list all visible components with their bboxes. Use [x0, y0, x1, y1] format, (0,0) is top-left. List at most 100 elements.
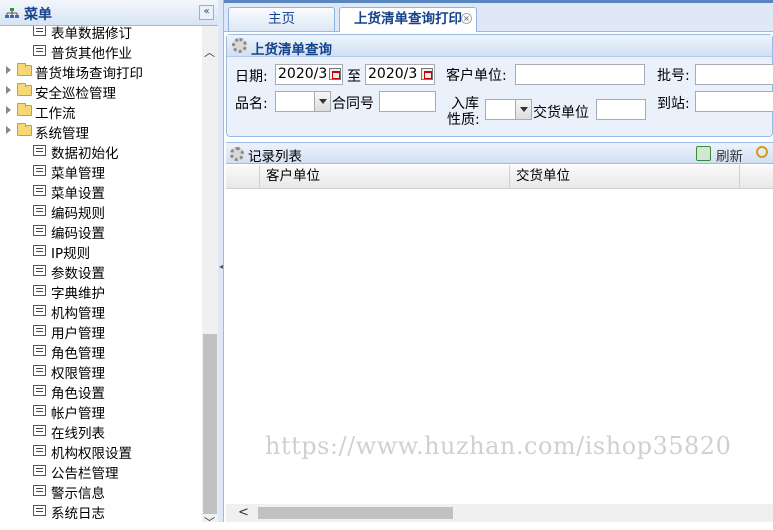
sidebar-item[interactable]: 数据初始化: [0, 140, 202, 162]
column-header-delivery[interactable]: 交货单位: [510, 165, 740, 189]
sidebar-item[interactable]: 参数设置: [0, 260, 202, 282]
date-to-field[interactable]: 2020/3: [365, 64, 435, 85]
page-icon: [33, 145, 46, 156]
sidebar-item[interactable]: 工作流: [0, 100, 202, 122]
sidebar-item-label: 系统管理: [35, 126, 89, 142]
sidebar-item-label: 角色管理: [51, 346, 105, 362]
collapse-sidebar-button[interactable]: «: [199, 5, 214, 20]
page-icon: [33, 265, 46, 276]
sidebar-item[interactable]: 公告栏管理: [0, 460, 202, 482]
delivery-input[interactable]: [596, 99, 646, 120]
query-panel: 上货清单查询 日期: 2020/3 至 2020/3 客户单位: 批号: 品名:…: [226, 34, 773, 137]
sidebar-item-label: 编码设置: [51, 226, 105, 242]
tab-cargo-list-query[interactable]: 上货清单查询打印 ×: [339, 7, 477, 32]
sidebar-item[interactable]: 系统管理: [0, 120, 202, 142]
sidebar-item[interactable]: 角色设置: [0, 380, 202, 402]
page-icon: [33, 445, 46, 456]
sidebar-item[interactable]: 机构管理: [0, 300, 202, 322]
refresh-icon[interactable]: [696, 146, 711, 161]
page-icon: [33, 245, 46, 256]
sidebar-item[interactable]: 机构权限设置: [0, 440, 202, 462]
records-title: 记录列表: [248, 149, 302, 165]
page-icon: [33, 385, 46, 396]
sidebar-item[interactable]: 帐户管理: [0, 400, 202, 422]
sidebar-item[interactable]: 角色管理: [0, 340, 202, 362]
batch-input[interactable]: [695, 64, 773, 85]
sidebar-item-label: 参数设置: [51, 266, 105, 282]
product-label: 品名:: [235, 96, 268, 112]
date-to-label: 至: [347, 69, 361, 85]
sidebar-item-label: 字典维护: [51, 286, 105, 302]
page-icon: [33, 345, 46, 356]
sidebar-item-label: 菜单设置: [51, 186, 105, 202]
scroll-down-icon[interactable]: ﹀: [204, 514, 215, 530]
sidebar-item-label: 工作流: [35, 106, 76, 122]
page-icon: [33, 425, 46, 436]
scroll-left-icon[interactable]: <: [238, 505, 249, 520]
sidebar-title: 菜单: [24, 7, 52, 23]
expand-arrow-icon[interactable]: [6, 126, 11, 134]
tab-home[interactable]: 主页: [228, 7, 335, 31]
sidebar-item[interactable]: 菜单管理: [0, 160, 202, 182]
sidebar-item[interactable]: 普货其他作业: [0, 40, 202, 62]
folder-icon: [17, 123, 32, 136]
scroll-up-icon[interactable]: ︿: [204, 44, 215, 60]
customer-label: 客户单位:: [446, 68, 507, 84]
page-icon: [33, 505, 46, 516]
destination-input[interactable]: [695, 91, 773, 112]
sidebar-item-label: 普货堆场查询打印: [35, 66, 143, 82]
search-icon[interactable]: [756, 146, 768, 158]
expand-arrow-icon[interactable]: [6, 106, 11, 114]
date-to-value: 2020/3: [368, 66, 418, 82]
date-from-field[interactable]: 2020/3: [275, 64, 343, 85]
contract-input[interactable]: [379, 91, 436, 112]
sidebar-item[interactable]: 普货堆场查询打印: [0, 60, 202, 82]
sidebar-item[interactable]: 安全巡检管理: [0, 80, 202, 102]
storage-type-select[interactable]: [485, 99, 532, 120]
chevron-down-icon[interactable]: [515, 100, 531, 119]
page-icon: [33, 205, 46, 216]
sidebar-item[interactable]: 权限管理: [0, 360, 202, 382]
storage-label-line2: 性质:: [447, 112, 480, 128]
tab-label: 上货清单查询打印: [354, 11, 462, 27]
splitter-handle-icon[interactable]: ◂: [219, 262, 223, 271]
sidebar-item[interactable]: 编码规则: [0, 200, 202, 222]
sidebar-item-label: 安全巡检管理: [35, 86, 116, 102]
sidebar-item-label: IP规则: [51, 246, 91, 262]
page-icon: [33, 45, 46, 56]
sidebar-scrollbar[interactable]: ︿ ﹀: [202, 26, 218, 529]
sidebar-item[interactable]: 在线列表: [0, 420, 202, 442]
customer-input[interactable]: [515, 64, 645, 85]
sidebar-item[interactable]: 警示信息: [0, 480, 202, 502]
page-icon: [33, 26, 46, 36]
sidebar-item[interactable]: 菜单设置: [0, 180, 202, 202]
calendar-icon[interactable]: [329, 68, 341, 80]
expand-arrow-icon[interactable]: [6, 86, 11, 94]
sidebar-item-label: 数据初始化: [51, 146, 119, 162]
row-number-column: [226, 165, 260, 189]
sidebar-item[interactable]: IP规则: [0, 240, 202, 262]
page-icon: [33, 365, 46, 376]
close-tab-icon[interactable]: ×: [461, 13, 472, 24]
sidebar-header: 菜单 «: [0, 0, 218, 26]
destination-label: 到站:: [657, 96, 690, 112]
sidebar-item[interactable]: 字典维护: [0, 280, 202, 302]
sidebar-item[interactable]: 用户管理: [0, 320, 202, 342]
scrollbar-thumb[interactable]: [203, 334, 217, 514]
scrollbar-thumb[interactable]: [258, 507, 453, 519]
chevron-down-icon[interactable]: [314, 92, 330, 111]
horizontal-scrollbar[interactable]: <: [226, 504, 773, 522]
column-header-customer[interactable]: 客户单位: [260, 165, 510, 189]
refresh-button[interactable]: 刷新: [716, 145, 743, 165]
product-select[interactable]: [275, 91, 331, 112]
query-panel-header: 上货清单查询: [227, 35, 772, 58]
sidebar-item-label: 菜单管理: [51, 166, 105, 182]
sidebar-item-label: 用户管理: [51, 326, 105, 342]
folder-icon: [17, 63, 32, 76]
expand-arrow-icon[interactable]: [6, 66, 11, 74]
sidebar-item[interactable]: 编码设置: [0, 220, 202, 242]
sidebar-item[interactable]: 表单数据修订: [0, 26, 202, 42]
calendar-icon[interactable]: [421, 68, 433, 80]
sidebar-item[interactable]: 系统日志: [0, 500, 202, 522]
tree-menu-icon: [5, 8, 19, 18]
